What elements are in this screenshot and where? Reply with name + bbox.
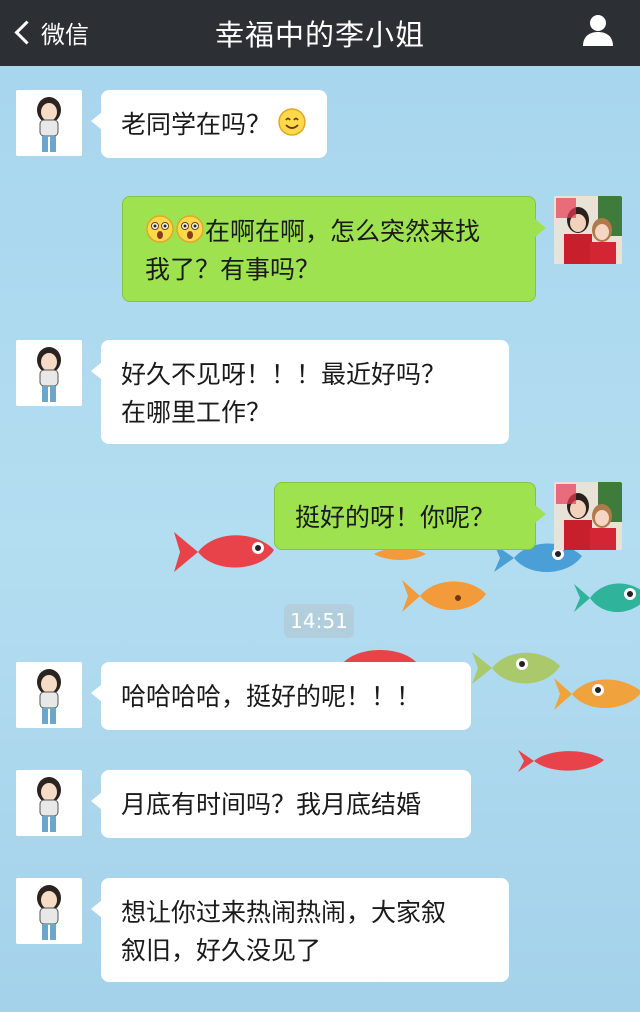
incoming-message[interactable]: 哈哈哈哈，挺好的呢！！！ [91,662,471,730]
my-avatar[interactable] [554,196,622,264]
avatar[interactable] [16,770,82,836]
message-text: 在哪里工作？ [121,398,272,427]
message-text: 好久不见呀！！！最近好吗？ [121,360,447,389]
fish-decoration [174,532,274,572]
surprised-emoji-icon [176,215,204,243]
fish-decoration [402,580,486,612]
person-icon[interactable] [580,12,616,48]
girl-avatar-icon [16,878,82,944]
message-text: 在啊在啊，怎么突然来找 [205,217,481,246]
message-text: 老同学在吗？ [121,110,272,139]
couple-photo-avatar [554,482,622,550]
my-avatar[interactable] [554,482,622,550]
chat-area[interactable]: 老同学在吗？ 在啊在啊，怎么突然来找 我了？有事吗？ 好久不见呀！！！最近好吗？… [0,66,640,1012]
chat-title: 幸福中的李小姐 [214,18,425,52]
avatar[interactable] [16,340,82,406]
fish-decoration [518,750,604,772]
incoming-message[interactable]: 想让你过来热闹热闹，大家叙 叙旧，好久没见了 [91,878,509,982]
message-text: 月底有时间吗？我月底结婚 [121,790,422,819]
smiley-emoji-icon [278,108,306,136]
girl-avatar-icon [16,662,82,728]
fish-decoration [554,678,640,710]
outgoing-message[interactable]: 挺好的呀！你呢？ [274,482,546,550]
message-text: 哈哈哈哈，挺好的呢！！！ [121,682,422,711]
fish-decoration [472,652,560,684]
avatar[interactable] [16,90,82,156]
message-text: 想让你过来热闹热闹，大家叙 [121,898,447,927]
message-text: 我了？有事吗？ [145,255,321,284]
surprised-emoji-icon [146,215,174,243]
message-text: 挺好的呀！你呢？ [295,503,496,532]
girl-avatar-icon [16,770,82,836]
fish-decoration [344,650,416,662]
couple-photo-avatar [554,196,622,264]
incoming-message[interactable]: 好久不见呀！！！最近好吗？ 在哪里工作？ [91,340,509,444]
message-text: 叙旧，好久没见了 [121,936,322,965]
avatar[interactable] [16,878,82,944]
outgoing-message[interactable]: 在啊在啊，怎么突然来找 我了？有事吗？ [122,196,546,302]
avatar[interactable] [16,662,82,728]
fish-decoration [574,583,640,612]
girl-avatar-icon [16,340,82,406]
girl-avatar-icon [16,90,82,156]
incoming-message[interactable]: 月底有时间吗？我月底结婚 [91,770,471,838]
message-timestamp: 14:51 [284,604,354,638]
incoming-message[interactable]: 老同学在吗？ [90,90,328,158]
navigation-bar: 微信 幸福中的李小姐 [0,0,640,66]
